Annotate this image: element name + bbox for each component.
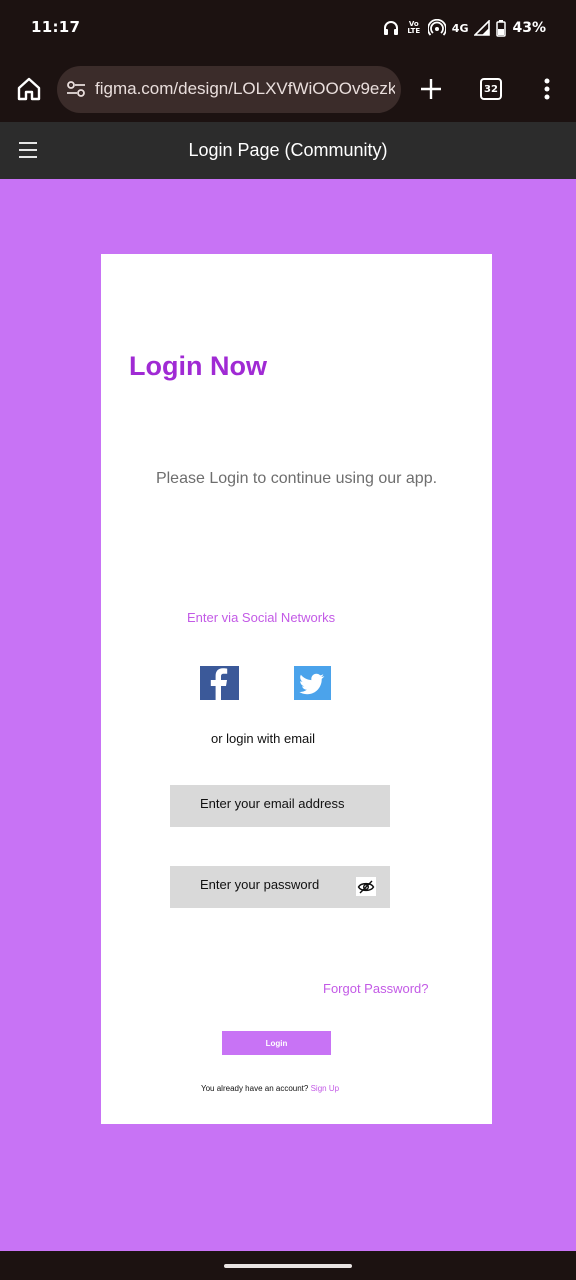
hotspot-icon [427,19,446,37]
account-prompt-text: You already have an account? [201,1084,309,1093]
password-field[interactable]: Enter your password [170,866,390,908]
address-bar[interactable]: figma.com/design/LOLXVfWiOOOv9ezkFz [57,66,401,113]
subtitle: Please Login to continue using our app. [155,470,438,487]
status-icons: Vo LTE 4G 43% [382,16,546,40]
signal-icon [474,20,491,36]
facebook-icon[interactable] [200,666,239,700]
email-placeholder: Enter your email address [200,796,345,811]
signup-prompt: You already have an account? Sign Up [201,1084,339,1093]
forgot-password-link[interactable]: Forgot Password? [323,981,429,996]
email-login-label: or login with email [211,731,316,746]
file-title: Login Page (Community) [188,140,388,160]
more-vertical-icon[interactable] [536,76,558,102]
system-nav-bar [0,1251,576,1280]
password-placeholder: Enter your password [200,877,320,892]
figma-header: Login Page (Community) [0,122,576,179]
design-canvas: Login Now Please Login to continue using… [0,179,576,1251]
url-text[interactable]: figma.com/design/LOLXVfWiOOOv9ezkFz [95,79,395,99]
battery-percent: 43% [512,20,546,36]
tune-icon[interactable] [65,78,87,100]
email-field[interactable]: Enter your email address [170,785,390,827]
network-type: 4G [451,21,469,35]
page-title: Login Now [129,351,267,381]
gesture-handle[interactable] [224,1264,352,1268]
login-frame: Login Now Please Login to continue using… [101,254,492,1124]
eye-off-icon[interactable] [356,877,376,896]
social-label: Enter via Social Networks [187,610,336,625]
signup-link[interactable]: Sign Up [311,1084,339,1093]
login-button[interactable]: Login [222,1031,331,1055]
browser-toolbar: figma.com/design/LOLXVfWiOOOv9ezkFz 32 [0,56,576,122]
twitter-icon[interactable] [294,666,331,700]
home-icon[interactable] [14,74,44,104]
plus-icon[interactable] [418,76,444,102]
status-time: 11:17 [31,18,81,36]
headphones-icon [382,19,400,37]
battery-icon [496,19,507,37]
tab-switcher-button[interactable]: 32 [480,78,502,100]
volte-icon: Vo LTE [407,20,421,35]
status-bar: 11:17 Vo LTE 4G 43% [0,0,576,56]
